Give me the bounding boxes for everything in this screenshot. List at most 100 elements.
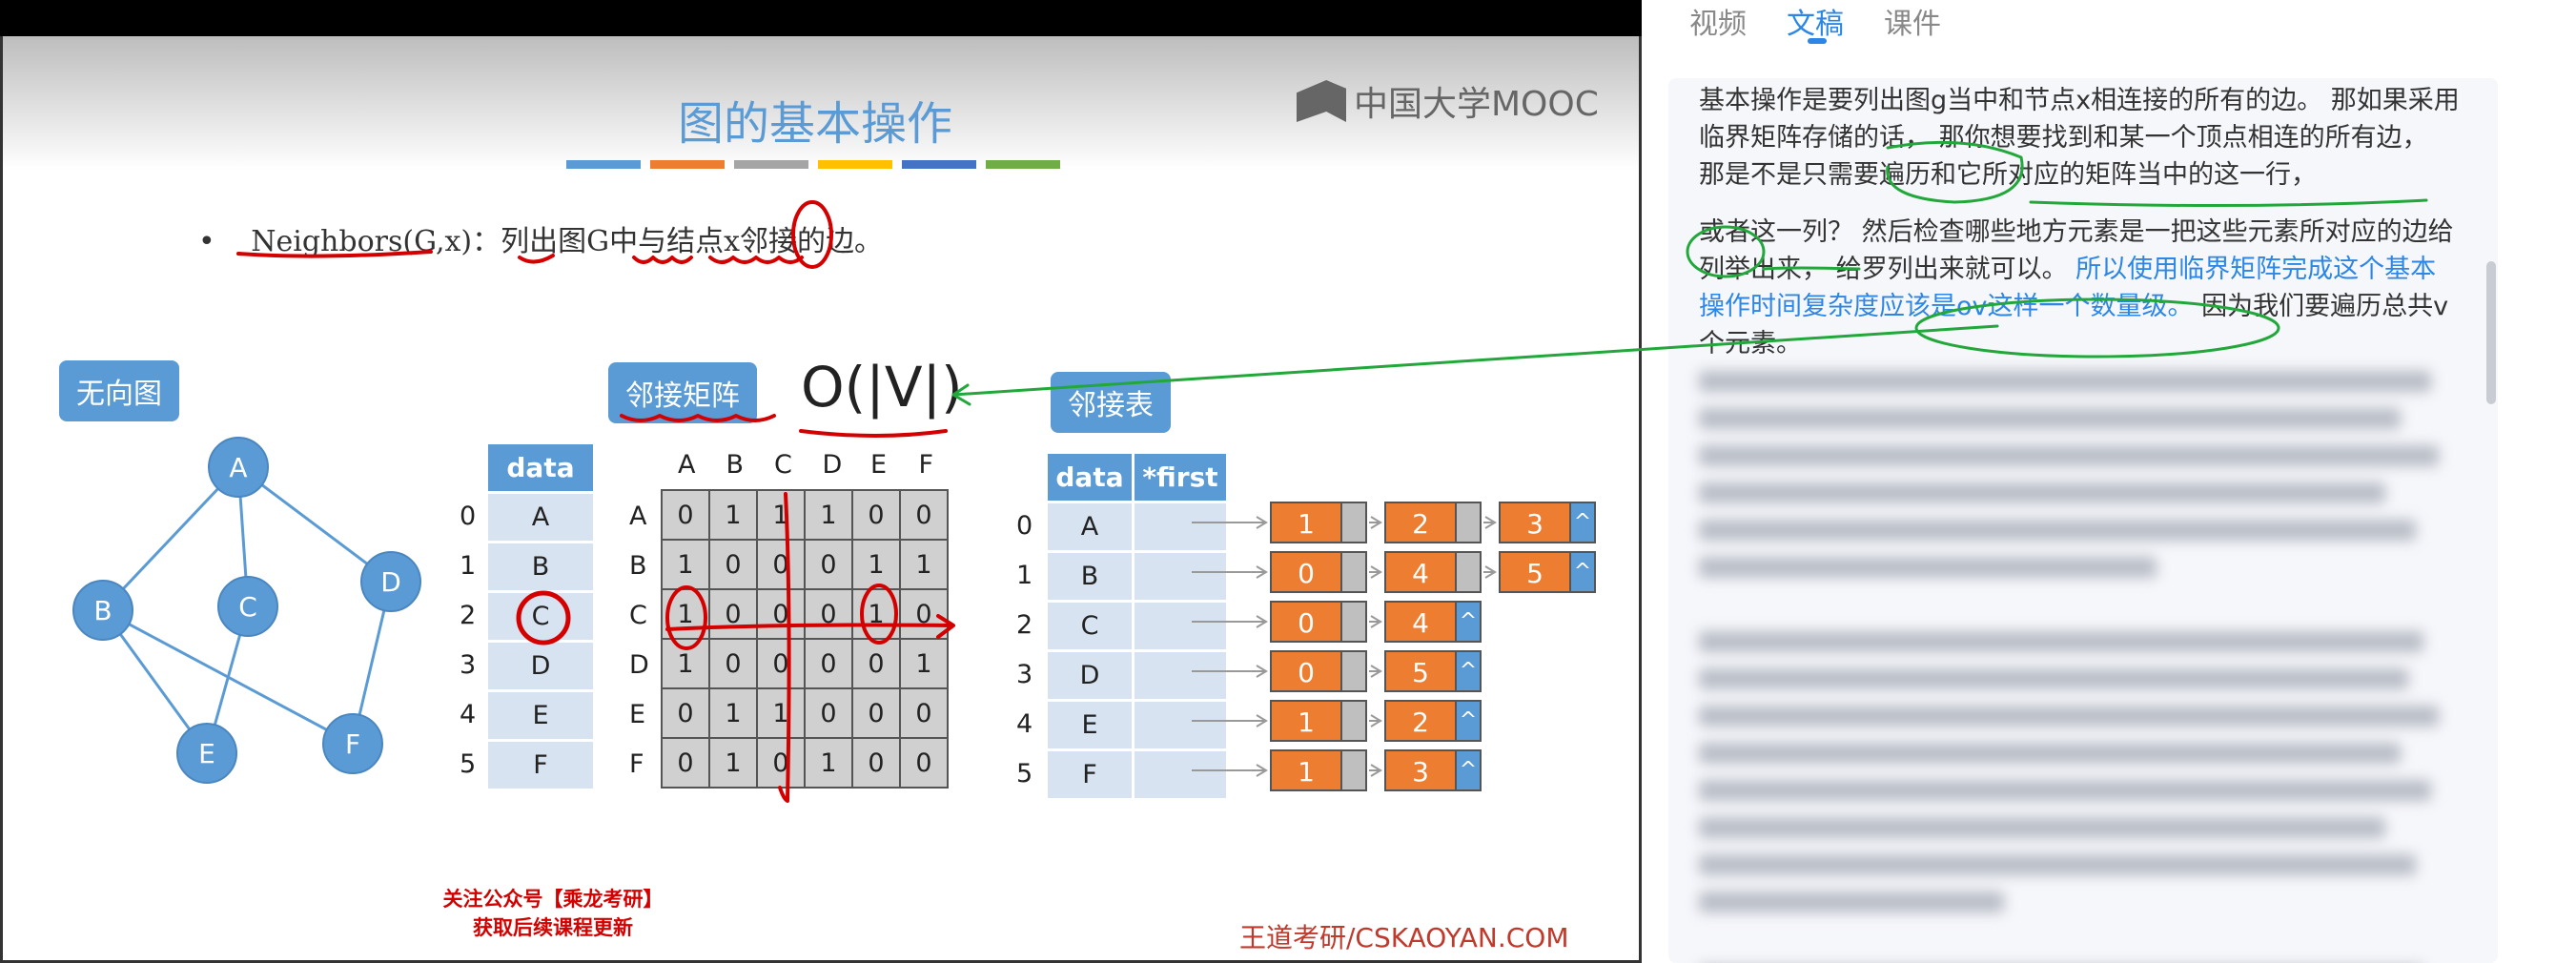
undirected-graph: A B C D E F [72,437,421,784]
list-edge-node: 3 ^ [1499,502,1611,543]
matrix-row: 011100 [661,489,949,541]
matrix-data-cell: C [488,593,593,640]
matrix-cell: 1 [661,638,710,689]
matrix-row-header: E [629,700,646,729]
title-color-bar [734,160,808,169]
matrix-cell: 0 [804,539,853,590]
list-row: A [1048,503,1226,550]
footer-promo-line: 获取后续课程更新 [473,916,633,939]
lecture-slide: 图的基本操作 中国大学MOOC • Neighbors(G,x)：列出图G中与结… [0,0,1642,963]
transcript-panel: 视频 文稿 课件 基本操作是要列出图g当中和节点x相连接的所有的边。 那如果采用… [1642,0,2576,963]
list-edge-node: 1 [1270,502,1382,543]
matrix-row-header: B [629,551,647,581]
matrix-row-header: D [629,650,649,680]
tab-transcript[interactable]: 文稿 [1787,0,1844,44]
matrix-row-header: F [629,749,644,779]
list-index-label: 5 [1016,759,1033,789]
list-edge-node-value: 0 [1270,551,1342,593]
transcript-paragraph[interactable]: 基本操作是要列出图g当中和节点x相连接的所有的边。 那如果采用临界矩阵存储的话，… [1699,82,2462,194]
matrix-index-label: 0 [460,502,477,531]
matrix-cell: 0 [899,737,949,789]
matrix-data-row: E [488,692,593,739]
list-edge-node-value: 1 [1270,700,1342,742]
list-index-label: 3 [1016,660,1033,689]
matrix-column-header: A [678,450,696,480]
list-data-cell: F [1048,751,1132,798]
matrix-cell: 1 [804,489,853,541]
matrix-cell: 0 [851,638,901,689]
graph-node-label: B [93,595,112,626]
list-next-pointer [1457,551,1482,593]
list-edge-node: 5 ^ [1384,650,1497,692]
list-edge-node-value: 1 [1270,502,1342,543]
list-edge-node-value: 4 [1384,601,1457,643]
matrix-cell: 0 [756,588,806,640]
matrix-data-cell: D [488,643,593,689]
tab-video[interactable]: 视频 [1689,0,1747,42]
list-first-cell [1135,603,1226,649]
footer-promo: 关注公众号【乘龙考研】 获取后续课程更新 [419,885,686,942]
graph-node-label: F [345,728,360,760]
callout-label: 邻接矩阵 [625,379,740,413]
list-null-pointer: ^ [1457,749,1482,791]
matrix-column-header: F [918,450,934,480]
list-row: B [1048,553,1226,600]
list-first-cell [1135,652,1226,699]
matrix-data-cell: A [488,494,593,541]
callout-adjacency-matrix: 邻接矩阵 [608,362,757,423]
tab-courseware[interactable]: 课件 [1884,0,1941,42]
matrix-data-cell: F [488,742,593,789]
matrix-cell: 0 [756,638,806,689]
matrix-data-row: B [488,543,593,590]
title-color-bar [818,160,892,169]
list-edge-node-value: 3 [1384,749,1457,791]
mooc-logo-text: 中国大学MOOC [1354,85,1599,124]
title-color-bar [650,160,725,169]
matrix-row: 100010 [661,588,949,640]
transcript-paragraph[interactable]: 或者这一列？ 然后检查哪些地方元素是一把这些元素所对应的边给列举出来， 给罗列出… [1699,214,2462,362]
list-header-data: data [1048,454,1132,501]
graph-node-label: A [229,452,247,483]
callout-label: 无向图 [76,378,162,411]
list-edge-node: 2 ^ [1384,700,1497,742]
list-first-cell [1135,702,1226,748]
bullet-dot: • [198,225,215,258]
list-header-first: *first [1135,454,1226,501]
matrix-row: 011000 [661,687,949,739]
list-index-label: 4 [1016,709,1033,739]
transcript-text[interactable]: 基本操作是要列出图g当中和节点x相连接的所有的边。 那如果采用临界矩阵存储的话，… [1699,82,2462,382]
matrix-column-header: D [822,450,843,480]
list-row: E [1048,702,1226,748]
footer-brand: 王道考研/CSKAOYAN.COM [1239,922,1569,953]
matrix-cell: 1 [708,489,758,541]
matrix-index-label: 1 [460,551,477,581]
matrix-cell: 0 [899,687,949,739]
matrix-cell: 1 [899,638,949,689]
list-data-cell: D [1048,652,1132,699]
matrix-column-header: C [774,450,792,480]
callout-undirected-graph: 无向图 [59,360,179,421]
list-index-label: 1 [1016,561,1033,590]
list-null-pointer: ^ [1457,601,1482,643]
matrix-cell: 0 [708,588,758,640]
list-edge-node: 5 ^ [1499,551,1611,593]
matrix-data-row: F [488,742,593,789]
matrix-column-header: E [870,450,888,480]
matrix-cell: 1 [899,539,949,590]
matrix-index-label: 5 [460,749,477,779]
matrix-data-column: data ABCDEF [488,441,593,791]
transcript-scrollbar[interactable] [2486,261,2496,404]
list-index-label: 2 [1016,610,1033,640]
matrix-data-header: data [488,444,593,491]
matrix-cell: 1 [708,737,758,789]
matrix-cell: 0 [661,737,710,789]
matrix-cell: 0 [851,737,901,789]
matrix-index-label: 3 [460,650,477,680]
matrix-cell: 0 [804,687,853,739]
title-color-bar [986,160,1060,169]
panel-tabs: 视频 文稿 课件 [1689,0,1941,44]
matrix-data-cell: B [488,543,593,590]
list-next-pointer [1342,700,1367,742]
list-null-pointer: ^ [1571,502,1596,543]
list-next-pointer [1342,749,1367,791]
